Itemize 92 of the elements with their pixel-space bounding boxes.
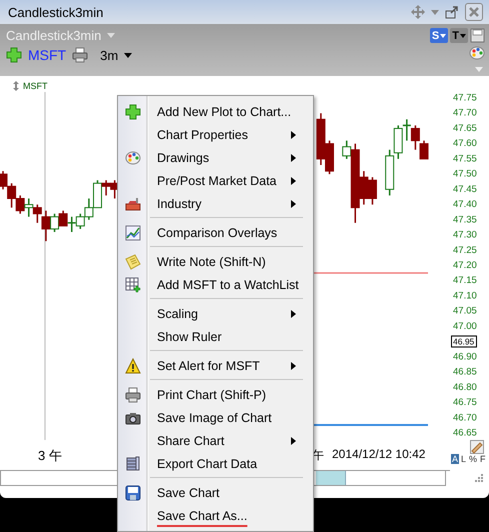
palette-icon[interactable] [469, 45, 485, 61]
candle [420, 140, 428, 160]
detach-icon[interactable] [445, 5, 459, 19]
add-plot-icon [6, 47, 22, 63]
palette-icon [125, 150, 141, 166]
price-axis-label: 47.05 [453, 306, 477, 317]
price-axis-label: 47.00 [453, 320, 477, 332]
price-axis-label: 47.60 [453, 138, 477, 150]
database-icon [125, 456, 141, 472]
submenu-arrow-icon [291, 362, 296, 370]
submenu-arrow-icon [291, 154, 296, 162]
price-axis-label: 46.75 [453, 397, 477, 408]
price-axis-label: 47.55 [453, 153, 477, 164]
table-add-icon [125, 276, 141, 292]
candle [385, 150, 394, 196]
scale-mode-toggle[interactable]: % [468, 454, 478, 464]
menu-item[interactable]: Save Image of Chart [118, 406, 313, 429]
price-axis-label: 46.80 [453, 382, 477, 393]
resize-vertical-icon[interactable] [13, 81, 19, 91]
save-icon [125, 484, 141, 500]
price-axis-label: 46.70 [453, 412, 477, 424]
candle [16, 195, 25, 214]
symbol-label: MSFT [23, 81, 48, 91]
price-axis-label: 47.15 [453, 275, 477, 286]
price-axis-label: 47.50 [453, 168, 477, 180]
menu-item[interactable]: Export Chart Data [118, 452, 313, 475]
menu-item[interactable]: Save Chart As... [118, 504, 313, 527]
menu-item[interactable]: Drawings [118, 146, 313, 169]
menu-item[interactable]: Print Chart (Shift-P) [118, 383, 313, 406]
menu-item[interactable]: Set Alert for MSFT [118, 354, 313, 377]
candle [76, 214, 85, 229]
caret-icon[interactable] [124, 52, 132, 58]
price-axis-label: 47.70 [453, 108, 477, 119]
time-axis-label: 3 午 [38, 447, 62, 465]
price-axis-label: 47.30 [453, 230, 477, 241]
menu-item[interactable]: Write Note (Shift-N) [118, 250, 313, 273]
scroll-thumb[interactable] [316, 471, 346, 485]
price-axis-label: 47.40 [453, 199, 477, 210]
price-axis-label: 47.25 [453, 244, 477, 256]
candle [84, 198, 94, 220]
tool-menu-button[interactable]: T [450, 28, 468, 43]
candle [368, 177, 377, 205]
menu-item[interactable]: Save Chart [118, 481, 313, 504]
candle [24, 198, 34, 217]
candle [58, 210, 68, 226]
save-icon[interactable] [470, 28, 485, 43]
study-menu-button[interactable]: S [430, 28, 448, 43]
price-axis-label: 47.35 [453, 214, 477, 226]
plus-icon [125, 104, 141, 120]
menu-item[interactable]: Industry [118, 192, 313, 215]
window-title: Candlestick3min [8, 4, 104, 20]
scale-mode-toggle[interactable]: F [479, 454, 487, 464]
price-axis-label: 46.65 [453, 428, 477, 438]
menu-item[interactable]: Show Ruler [118, 325, 313, 348]
printer-icon [125, 386, 141, 402]
price-axis-label: 47.10 [453, 290, 477, 302]
price-axis-label: 46.90 [453, 351, 477, 362]
warning-icon [125, 358, 141, 374]
menu-item[interactable]: Scaling [118, 302, 313, 325]
menu-item[interactable]: Chart Properties [118, 123, 313, 146]
line-chart-icon [125, 224, 141, 240]
interval-dropdown[interactable]: 3m [100, 48, 118, 62]
scale-mode-toggle[interactable]: L [460, 454, 468, 464]
price-axis-label: 47.45 [453, 184, 477, 195]
close-icon [469, 7, 479, 17]
candle [68, 216, 76, 232]
menu-item[interactable]: Pre/Post Market Data [118, 169, 313, 192]
price-axis-label: 46.85 [453, 366, 477, 378]
resize-grip-icon[interactable] [475, 474, 484, 483]
scale-mode-toggle[interactable]: A [451, 454, 460, 464]
current-price-label: 46.95 [451, 336, 477, 348]
submenu-arrow-icon [291, 437, 296, 445]
time-axis-label: 2014/12/12 10:42 [332, 447, 426, 461]
submenu-arrow-icon [291, 131, 296, 139]
printer-icon [72, 47, 88, 63]
menu-item[interactable]: Add New Plot to Chart... [118, 100, 313, 123]
factory-icon [125, 196, 141, 212]
menu-item[interactable]: Add MSFT to a WatchList [118, 273, 313, 296]
note-icon [125, 254, 141, 270]
candle [7, 183, 16, 208]
move-icon[interactable] [411, 5, 425, 19]
price-axis-label: 47.20 [453, 260, 477, 271]
ruler-icon[interactable] [470, 440, 484, 454]
candle [410, 125, 420, 150]
menu-item[interactable]: Share Chart [118, 429, 313, 452]
submenu-arrow-icon [291, 177, 296, 185]
submenu-arrow-icon [291, 310, 296, 318]
price-axis-label: 47.65 [453, 122, 477, 134]
close-button[interactable] [465, 3, 483, 21]
submenu-arrow-icon [291, 200, 296, 208]
price-axis-label: 47.75 [453, 92, 477, 104]
menu-item[interactable]: Comparison Overlays [118, 221, 313, 244]
